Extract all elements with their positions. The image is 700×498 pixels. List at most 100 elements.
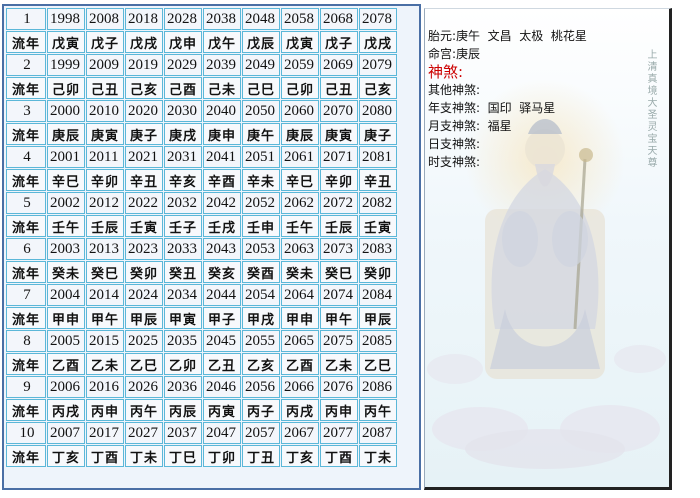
ganzhi-cell: 癸巳: [86, 261, 124, 283]
ganzhi-cell: 丁未: [359, 445, 397, 467]
year-cell: 2073: [320, 238, 358, 260]
year-cell: 2076: [320, 376, 358, 398]
year-cell: 2026: [125, 376, 163, 398]
year-cell: 2046: [203, 376, 241, 398]
ganzhi-cell: 乙酉: [281, 353, 319, 375]
vertical-caption: 上清真境大圣灵宝天尊: [645, 49, 656, 169]
ganzhi-cell: 癸酉: [242, 261, 280, 283]
year-cell: 2045: [203, 330, 241, 352]
ganzhi-row: 流年 丙戌 丙申 丙午 丙辰 丙寅 丙子 丙戌 丙申 丙午: [6, 399, 397, 421]
ganzhi-cell: 壬申: [242, 215, 280, 237]
year-cell: 2044: [203, 284, 241, 306]
year-cell: 2075: [320, 330, 358, 352]
year-cell: 2085: [359, 330, 397, 352]
row-number-cell: 9: [6, 376, 46, 398]
ganzhi-cell: 甲寅: [164, 307, 202, 329]
year-cell: 2057: [242, 422, 280, 444]
year-cell: 2078: [359, 8, 397, 30]
year-cell: 2050: [242, 100, 280, 122]
taiyuan-line: 胎元:庚午 文昌 太极 桃花星: [428, 29, 587, 43]
year-cell: 2036: [164, 376, 202, 398]
year-cell: 2010: [86, 100, 124, 122]
ganzhi-cell: 壬寅: [359, 215, 397, 237]
year-cell: 2086: [359, 376, 397, 398]
liunian-label-cell: 流年: [6, 123, 46, 145]
ganzhi-row: 流年 庚辰 庚寅 庚子 庚戌 庚申 庚午 庚辰 庚寅 庚子: [6, 123, 397, 145]
ganzhi-row: 流年 癸未 癸巳 癸卯 癸丑 癸亥 癸酉 癸未 癸巳 癸卯: [6, 261, 397, 283]
liunian-label-cell: 流年: [6, 353, 46, 375]
year-cell: 2072: [320, 192, 358, 214]
ganzhi-cell: 辛巳: [281, 169, 319, 191]
ganzhi-cell: 戊寅: [281, 31, 319, 53]
ganzhi-cell: 庚申: [203, 123, 241, 145]
ganzhi-cell: 庚辰: [281, 123, 319, 145]
ganzhi-cell: 丙子: [242, 399, 280, 421]
ganzhi-cell: 丁巳: [164, 445, 202, 467]
year-cell: 2081: [359, 146, 397, 168]
shizhi-shensha-line: 时支神煞:: [428, 155, 481, 169]
year-cell: 2083: [359, 238, 397, 260]
ganzhi-cell: 己未: [203, 77, 241, 99]
ganzhi-cell: 丙寅: [203, 399, 241, 421]
year-cell: 2070: [320, 100, 358, 122]
ganzhi-cell: 戊戌: [125, 31, 163, 53]
yuezhi-shensha-line: 月支神煞: 福星: [428, 119, 512, 133]
year-cell: 2012: [86, 192, 124, 214]
year-cell: 2031: [164, 146, 202, 168]
year-cell: 2066: [281, 376, 319, 398]
year-cell: 2006: [47, 376, 85, 398]
ganzhi-cell: 辛丑: [359, 169, 397, 191]
row-number-cell: 1: [6, 8, 46, 30]
year-cell: 2013: [86, 238, 124, 260]
row-number-cell: 2: [6, 54, 46, 76]
qita-shensha-line: 其他神煞:: [428, 83, 481, 97]
ganzhi-cell: 庚子: [125, 123, 163, 145]
ganzhi-cell: 甲辰: [125, 307, 163, 329]
year-row: 5 2002 2012 2022 2032 2042 2052 2062 2072 2082: [6, 192, 397, 214]
ganzhi-cell: 戊子: [86, 31, 124, 53]
year-cell: 2005: [47, 330, 85, 352]
ganzhi-cell: 甲申: [47, 307, 85, 329]
row-number-cell: 4: [6, 146, 46, 168]
ganzhi-cell: 丙辰: [164, 399, 202, 421]
ganzhi-cell: 戊戌: [359, 31, 397, 53]
liunian-label-cell: 流年: [6, 215, 46, 237]
year-cell: 2087: [359, 422, 397, 444]
ganzhi-cell: 丁卯: [203, 445, 241, 467]
liunian-label-cell: 流年: [6, 445, 46, 467]
year-cell: 2018: [125, 8, 163, 30]
ganzhi-cell: 乙亥: [242, 353, 280, 375]
ganzhi-cell: 庚戌: [164, 123, 202, 145]
year-cell: 2023: [125, 238, 163, 260]
shensha-text-block: 胎元:庚午 文昌 太极 桃花星 命宫:庚辰 神煞: 其他神煞: 年支神煞: 国印…: [428, 27, 587, 171]
year-row: 10 2007 2017 2027 2037 2047 2057 2067 2077 2087: [6, 422, 397, 444]
ganzhi-cell: 丙戌: [47, 399, 85, 421]
year-cell: 2009: [86, 54, 124, 76]
ganzhi-cell: 丙午: [125, 399, 163, 421]
liunian-label-cell: 流年: [6, 399, 46, 421]
ganzhi-cell: 辛丑: [125, 169, 163, 191]
ganzhi-cell: 丙戌: [281, 399, 319, 421]
year-cell: 2037: [164, 422, 202, 444]
year-cell: 2048: [242, 8, 280, 30]
ganzhi-cell: 戊午: [203, 31, 241, 53]
ganzhi-cell: 癸未: [47, 261, 85, 283]
ganzhi-cell: 己卯: [281, 77, 319, 99]
year-cell: 2029: [164, 54, 202, 76]
year-cell: 1999: [47, 54, 85, 76]
ganzhi-cell: 己巳: [242, 77, 280, 99]
ganzhi-cell: 丁酉: [320, 445, 358, 467]
ganzhi-cell: 壬辰: [86, 215, 124, 237]
year-cell: 2082: [359, 192, 397, 214]
year-cell: 2017: [86, 422, 124, 444]
ganzhi-cell: 甲辰: [359, 307, 397, 329]
ganzhi-cell: 壬辰: [320, 215, 358, 237]
year-cell: 2019: [125, 54, 163, 76]
ganzhi-cell: 壬午: [47, 215, 85, 237]
year-cell: 2041: [203, 146, 241, 168]
year-cell: 2054: [242, 284, 280, 306]
year-cell: 2043: [203, 238, 241, 260]
year-cell: 2000: [47, 100, 85, 122]
year-row: 1 1998 2008 2018 2028 2038 2048 2058 2068 2078: [6, 8, 397, 30]
year-cell: 2047: [203, 422, 241, 444]
